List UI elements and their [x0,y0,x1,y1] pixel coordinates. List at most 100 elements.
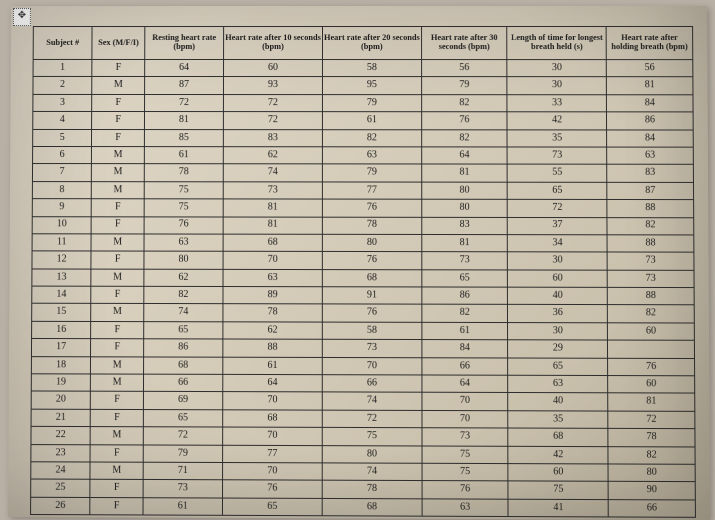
cell-sex: M [92,146,145,163]
col-hr10: Heart rate after 10 seconds (bpm) [224,27,323,60]
table-row: 4F817261764286 [33,112,693,130]
cell-hr10: 88 [223,339,322,357]
table-row: 21F656872703572 [31,409,695,429]
cell-sex: F [90,497,143,515]
cell-hr30: 63 [422,499,509,517]
cell-hr20: 77 [322,182,421,200]
cell-hold: 72 [608,411,695,429]
cell-hr20: 76 [322,252,421,270]
cell-hold: 76 [608,358,695,376]
cell-hr10: 70 [223,252,322,270]
cell-sex: F [92,59,145,76]
cell-hr10: 68 [223,410,322,428]
cell-hr20: 75 [322,428,422,446]
cell-hr10: 65 [223,498,323,516]
cell-hr30: 75 [422,463,509,481]
table-row: 3F727279823384 [33,94,693,112]
cell-hr20: 80 [322,234,421,252]
cell-hr30: 86 [422,287,508,305]
cell-hr30: 66 [422,357,508,375]
cell-hr20: 66 [322,375,422,393]
table-body: 1F6460585630562M8793957930813F7272798233… [31,59,696,517]
cell-rest: 71 [143,462,223,480]
cell-sex: F [91,321,144,339]
table-row: 2M879395793081 [33,77,693,95]
cell-sex: M [92,181,145,199]
cell-hr30: 81 [421,164,507,182]
table-row: 9F758176807288 [32,199,693,218]
cell-subject: 25 [31,479,91,497]
cell-sex: F [91,392,144,410]
cell-subject: 20 [31,391,90,409]
cell-time: 68 [508,428,608,446]
cell-rest: 64 [145,59,224,76]
cell-time: 40 [508,393,608,411]
cell-hr30: 80 [422,199,508,217]
cell-sex: F [90,409,143,427]
cell-hr20: 70 [322,357,421,375]
cell-rest: 75 [144,181,223,199]
table-row: 5F858382823584 [33,129,694,147]
cell-rest: 72 [145,94,224,111]
cell-hr30: 76 [422,481,509,499]
cell-hr10: 73 [223,182,322,200]
cell-hr10: 62 [223,322,322,340]
table-row: 19M666466646360 [31,374,694,394]
cell-rest: 86 [144,339,223,357]
cell-subject: 10 [32,216,91,234]
cell-hr10: 61 [223,357,322,375]
table-move-handle-icon[interactable]: ✥ [13,8,31,26]
cell-time: 36 [508,305,608,323]
cell-time: 72 [508,199,608,217]
cell-subject: 17 [31,339,90,357]
cell-hold: 84 [607,95,693,113]
cell-hold: 78 [608,429,695,447]
cell-rest: 74 [144,304,223,322]
cell-hr30: 73 [422,252,508,270]
cell-hr20: 72 [322,410,422,428]
table-row: 26F616568634166 [31,497,696,517]
cell-hr10: 83 [223,129,322,147]
cell-subject: 13 [32,269,91,287]
cell-hr20: 58 [322,60,421,77]
cell-hr10: 63 [223,269,322,287]
table-row: 18M686170666576 [31,356,694,376]
cell-hr30: 65 [422,269,508,287]
cell-hr20: 76 [322,199,421,217]
cell-hold: 82 [607,217,694,235]
cell-time: 55 [508,164,608,182]
cell-hr20: 68 [322,269,421,287]
cell-rest: 65 [143,409,222,427]
col-hr20: Heart rate after 20 seconds (bpm) [322,27,421,60]
cell-hold: 84 [607,130,693,148]
cell-hr20: 58 [322,322,421,340]
cell-rest: 62 [144,269,223,287]
cell-hr30: 61 [422,322,508,340]
cell-subject: 11 [32,234,91,252]
table-row: 20F697074704081 [31,391,695,411]
cell-time: 75 [508,481,608,499]
cell-hr20: 82 [322,129,421,147]
cell-hr10: 72 [223,112,322,130]
cell-rest: 73 [143,480,223,498]
cell-hr20: 61 [322,112,421,130]
cell-hold: 66 [608,499,695,517]
table-row: 15M747876823682 [32,304,695,323]
cell-sex: F [91,199,144,217]
cell-hr10: 70 [223,462,323,480]
cell-sex: F [91,216,144,234]
cell-subject: 23 [31,444,91,462]
cell-rest: 82 [144,286,223,304]
cell-hr10: 81 [223,217,322,235]
cell-subject: 26 [31,497,91,515]
cell-hr10: 81 [223,199,322,217]
cell-sex: M [92,77,145,94]
cell-sex: M [91,374,144,392]
cell-hr10: 89 [223,287,322,305]
cell-hr10: 68 [223,234,322,252]
cell-sex: F [92,129,145,146]
cell-time: 40 [508,287,608,305]
table-header: Subject # Sex (M/F/I) Resting heart rate… [33,26,693,59]
cell-hr10: 76 [223,480,323,498]
cell-time: 30 [507,60,606,77]
